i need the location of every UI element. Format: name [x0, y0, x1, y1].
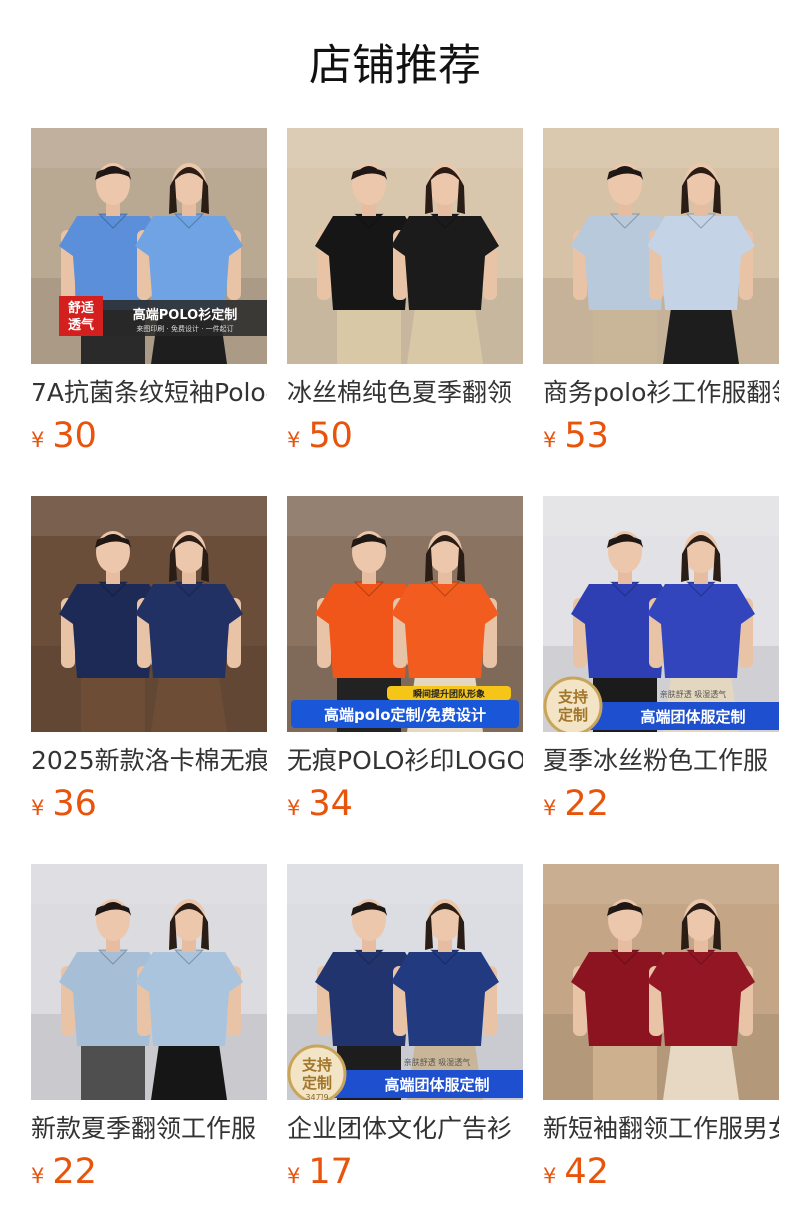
couple-burgundy-polo-photo — [543, 864, 779, 1100]
couple-blue-polo-photo: 舒适透气 高端POLO衫定制来图印刷 · 免费设计 · 一件起订 — [31, 128, 267, 364]
banner-subtext: 亲肤舒透 吸湿透气 — [404, 1057, 471, 1067]
couple-darkblue-polo-photo: 高端团体服定制 亲肤舒透 吸湿透气 支持定制34刀9 — [287, 864, 523, 1100]
product-name[interactable]: 7A抗菌条纹短袖Polo衫 — [31, 376, 267, 410]
product-price: 34 — [308, 784, 353, 824]
price-row: ¥36 — [31, 784, 267, 830]
price-row: ¥50 — [287, 416, 523, 462]
banner-subtext: 来图印刷 · 免费设计 · 一件起订 — [136, 324, 233, 333]
product-price: 36 — [52, 784, 97, 824]
couple-skyblue-polo-photo — [31, 864, 267, 1100]
currency-symbol: ¥ — [31, 796, 45, 820]
currency-symbol: ¥ — [287, 796, 301, 820]
product-image[interactable] — [31, 496, 267, 732]
product-image[interactable] — [543, 864, 779, 1100]
product-image[interactable] — [543, 128, 779, 364]
product-image[interactable] — [287, 128, 523, 364]
currency-symbol: ¥ — [543, 428, 557, 452]
product-name[interactable]: 2025新款洛卡棉无痕 — [31, 744, 267, 778]
product-card[interactable]: 高端团体服定制 亲肤舒透 吸湿透气 支持 定制夏季冰丝粉色工作服 ¥22 — [543, 496, 779, 830]
product-image[interactable]: 高端团体服定制 亲肤舒透 吸湿透气 支持 定制 34刀9 — [287, 864, 523, 1100]
currency-symbol: ¥ — [287, 1164, 301, 1188]
price-row: ¥30 — [31, 416, 267, 462]
price-row: ¥22 — [543, 784, 779, 830]
product-name[interactable]: 企业团体文化广告衫 — [287, 1112, 523, 1146]
product-name[interactable]: 夏季冰丝粉色工作服 — [543, 744, 779, 778]
currency-symbol: ¥ — [287, 428, 301, 452]
product-name[interactable]: 新短袖翻领工作服男女 — [543, 1112, 779, 1146]
page-title: 店铺推荐 — [309, 41, 481, 91]
product-card[interactable]: 瞬间提升团队形象高端polo定制/免费设计无痕POLO衫印LOGO ¥34 — [287, 496, 523, 830]
banner-text: 高端POLO衫定制 — [133, 307, 237, 323]
product-image[interactable]: 瞬间提升团队形象高端polo定制/免费设计 — [287, 496, 523, 732]
tag-text: 瞬间提升团队形象 — [413, 688, 485, 700]
product-card[interactable]: 新款夏季翻领工作服 ¥22 — [31, 864, 267, 1198]
badge-text: 舒适 — [68, 300, 94, 316]
badge-text: 透气 — [68, 317, 94, 333]
couple-lightblue-polo-photo — [543, 128, 779, 364]
product-card[interactable]: 新短袖翻领工作服男女 ¥42 — [543, 864, 779, 1198]
product-card[interactable]: 2025新款洛卡棉无痕 ¥36 — [31, 496, 267, 830]
product-card[interactable]: 舒适 透气 高端POLO衫定制 来图印刷 · 免费设计 · 一件起订 7A抗菌条纹短袖P… — [31, 128, 267, 462]
banner-text: 高端团体服定制 — [384, 1076, 489, 1094]
price-row: ¥53 — [543, 416, 779, 462]
product-price: 22 — [52, 1152, 97, 1192]
badge-text: 定制 — [558, 706, 588, 724]
banner-subtext: 亲肤舒透 吸湿透气 — [660, 689, 727, 699]
product-price: 53 — [564, 416, 609, 456]
product-price: 22 — [564, 784, 609, 824]
couple-navy-polo-photo — [31, 496, 267, 732]
couple-black-polo-photo — [287, 128, 523, 364]
product-card[interactable]: 冰丝棉纯色夏季翻领 ¥50 — [287, 128, 523, 462]
product-card[interactable]: 商务polo衫工作服翻领 ¥53 — [543, 128, 779, 462]
couple-orange-polo-photo: 瞬间提升团队形象高端polo定制/免费设计 — [287, 496, 523, 732]
product-price: 30 — [52, 416, 97, 456]
banner-text: 高端polo定制/免费设计 — [324, 706, 486, 724]
product-card[interactable]: 高端团体服定制 亲肤舒透 吸湿透气 支持 定制 34刀9 企业团体文化广告衫 ¥17 — [287, 864, 523, 1198]
price-row: ¥34 — [287, 784, 523, 830]
product-image[interactable]: 高端团体服定制 亲肤舒透 吸湿透气 支持 定制 — [543, 496, 779, 732]
banner-text: 高端团体服定制 — [640, 708, 745, 726]
currency-symbol: ¥ — [543, 796, 557, 820]
price-row: ¥42 — [543, 1152, 779, 1198]
product-price: 17 — [308, 1152, 353, 1192]
couple-royalblue-polo-photo: 高端团体服定制 亲肤舒透 吸湿透气 支持定制 — [543, 496, 779, 732]
product-name[interactable]: 无痕POLO衫印LOGO — [287, 744, 523, 778]
currency-symbol: ¥ — [31, 1164, 45, 1188]
product-name[interactable]: 冰丝棉纯色夏季翻领 — [287, 376, 523, 410]
product-name[interactable]: 新款夏季翻领工作服 — [31, 1112, 267, 1146]
currency-symbol: ¥ — [543, 1164, 557, 1188]
product-image[interactable]: 舒适 透气 高端POLO衫定制 来图印刷 · 免费设计 · 一件起订 — [31, 128, 267, 364]
price-row: ¥17 — [287, 1152, 523, 1198]
badge-text: 支持 — [557, 688, 588, 706]
product-price: 50 — [308, 416, 353, 456]
product-name[interactable]: 商务polo衫工作服翻领 — [543, 376, 779, 410]
product-price: 42 — [564, 1152, 609, 1192]
price-row: ¥22 — [31, 1152, 267, 1198]
badge-text: 定制 — [302, 1074, 332, 1092]
product-image[interactable] — [31, 864, 267, 1100]
currency-symbol: ¥ — [31, 428, 45, 452]
badge-text: 支持 — [301, 1056, 332, 1074]
badge-subtext: 34刀9 — [305, 1093, 328, 1100]
